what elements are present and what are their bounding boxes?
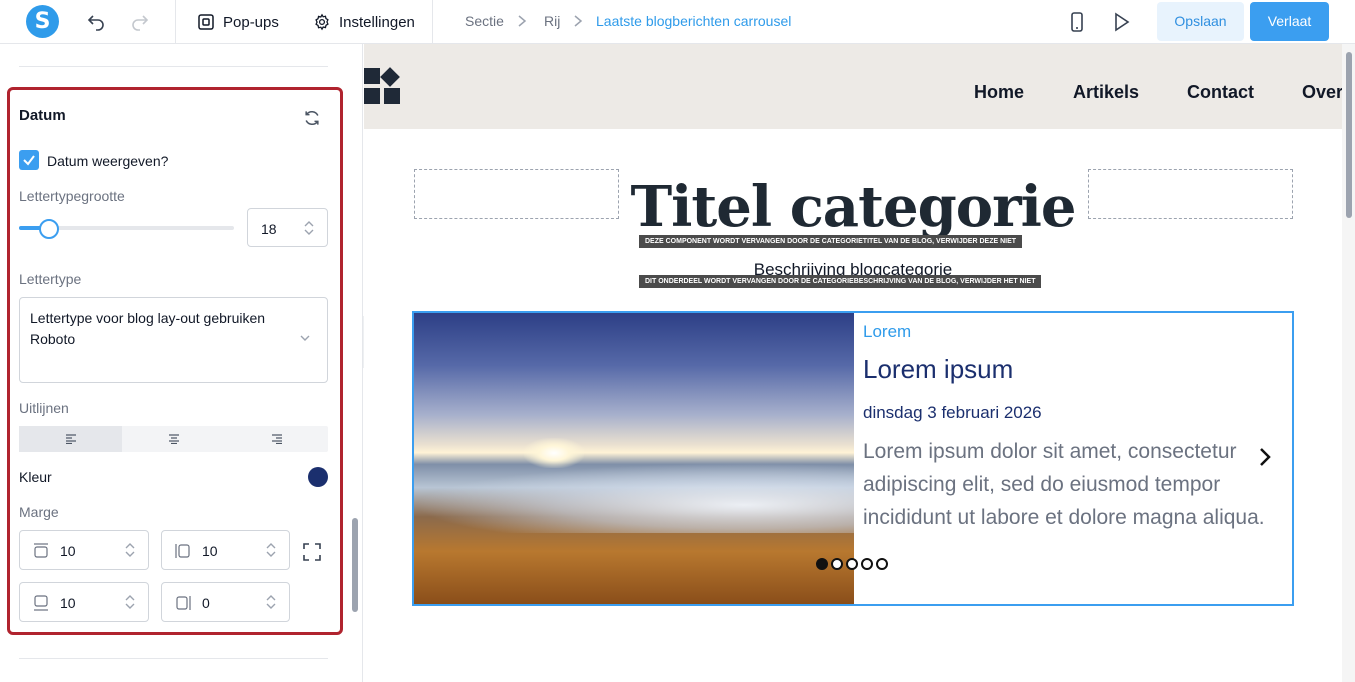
- carousel-dot[interactable]: [816, 558, 828, 570]
- margin-top-value: 10: [60, 543, 76, 559]
- next-arrow-icon[interactable]: [1257, 446, 1273, 468]
- margin-top-icon: [34, 543, 48, 558]
- carousel-dot[interactable]: [876, 558, 888, 570]
- save-button[interactable]: Opslaan: [1157, 2, 1244, 41]
- check-icon: [23, 155, 35, 166]
- site-logo-icon[interactable]: [364, 66, 404, 106]
- panel-scrollbar[interactable]: [352, 518, 358, 612]
- page-preview: Home Artikels Contact Over Titel categor…: [364, 44, 1342, 682]
- leave-button[interactable]: Verlaat: [1250, 2, 1329, 41]
- popups-button[interactable]: Pop-ups: [197, 11, 279, 33]
- settings-label: Instellingen: [339, 13, 415, 31]
- nav-artikels[interactable]: Artikels: [1073, 82, 1139, 103]
- margin-right-value: 10: [202, 543, 218, 559]
- margin-top-input[interactable]: 10: [19, 530, 149, 570]
- carousel-dot[interactable]: [861, 558, 873, 570]
- align-right-button[interactable]: [225, 426, 328, 452]
- color-label: Kleur: [19, 469, 52, 485]
- settings-button[interactable]: Instellingen: [313, 11, 415, 33]
- margin-left-input[interactable]: 0: [161, 582, 290, 622]
- top-toolbar: S Pop-ups Instellingen Sectie Rij Laatst…: [0, 0, 1355, 44]
- font-select-option: Lettertype voor blog lay-out gebruiken: [30, 310, 266, 326]
- app-logo[interactable]: S: [26, 5, 59, 38]
- post-category[interactable]: Lorem: [863, 322, 911, 342]
- reset-icon[interactable]: [302, 108, 322, 128]
- margin-left-icon: [176, 596, 191, 610]
- chevron-right-icon: [574, 15, 583, 27]
- margin-bottom-icon: [34, 595, 48, 611]
- title-placeholder-note: DEZE COMPONENT WORDT VERVANGEN DOOR DE C…: [639, 235, 1023, 248]
- carousel-dot[interactable]: [846, 558, 858, 570]
- font-select-value: Roboto: [30, 331, 76, 347]
- margin-label: Marge: [19, 504, 59, 520]
- popup-icon: [198, 14, 214, 30]
- nav-over[interactable]: Over: [1302, 82, 1342, 103]
- divider: [19, 658, 328, 659]
- mobile-preview-icon[interactable]: [1065, 10, 1089, 34]
- stepper-icon[interactable]: [265, 593, 277, 611]
- show-date-label: Datum weergeven?: [47, 153, 169, 169]
- font-label: Lettertype: [19, 271, 82, 287]
- post-title[interactable]: Lorem ipsum: [863, 354, 1013, 385]
- align-label: Uitlijnen: [19, 400, 69, 416]
- stepper-icon[interactable]: [124, 593, 136, 611]
- category-title[interactable]: Titel categorie: [364, 174, 1342, 240]
- post-excerpt: Lorem ipsum dolor sit amet, consectetur …: [863, 440, 1265, 529]
- align-left-button[interactable]: [19, 426, 122, 452]
- chevron-down-icon: [300, 335, 310, 341]
- margin-left-value: 0: [202, 595, 210, 611]
- carousel-dot[interactable]: [831, 558, 843, 570]
- align-center-button[interactable]: [122, 426, 225, 452]
- section-title: Datum: [19, 107, 66, 124]
- popups-label: Pop-ups: [223, 13, 279, 31]
- stepper-icon[interactable]: [124, 541, 136, 559]
- margin-bottom-value: 10: [60, 595, 76, 611]
- breadcrumb-sectie[interactable]: Sectie: [465, 13, 504, 29]
- blog-carousel[interactable]: Lorem Lorem ipsum dinsdag 3 februari 202…: [412, 311, 1294, 606]
- align-center-icon: [168, 434, 179, 444]
- align-right-icon: [271, 434, 282, 444]
- margin-right-icon: [175, 544, 190, 558]
- carousel-dots: [816, 558, 888, 570]
- gear-icon: [315, 13, 329, 31]
- color-swatch[interactable]: [308, 467, 328, 487]
- play-icon[interactable]: [1109, 10, 1133, 34]
- toolbar-divider: [175, 0, 176, 44]
- divider: [19, 66, 328, 67]
- toolbar-divider: [432, 0, 433, 44]
- preview-scrollbar[interactable]: [1346, 52, 1352, 218]
- post-date: dinsdag 3 februari 2026: [863, 403, 1042, 422]
- margin-bottom-input[interactable]: 10: [19, 582, 149, 622]
- nav-contact[interactable]: Contact: [1187, 82, 1254, 103]
- align-group: [19, 426, 328, 452]
- margin-right-input[interactable]: 10: [161, 530, 290, 570]
- description-placeholder-note: DIT ONDERDEEL WORDT VERVANGEN DOOR DE CA…: [639, 275, 1042, 288]
- expand-icon[interactable]: [302, 542, 322, 562]
- breadcrumb-current: Laatste blogberichten carrousel: [596, 13, 792, 29]
- undo-icon[interactable]: [84, 10, 108, 34]
- post-image[interactable]: [414, 313, 854, 604]
- show-date-checkbox[interactable]: [19, 150, 39, 170]
- stepper-icon[interactable]: [303, 219, 315, 237]
- font-select[interactable]: Lettertype voor blog lay-out gebruiken R…: [19, 297, 328, 383]
- stepper-icon[interactable]: [265, 541, 277, 559]
- wave-foam: [414, 463, 854, 533]
- align-left-icon: [65, 434, 76, 444]
- site-header: Home Artikels Contact Over: [364, 44, 1342, 129]
- slider-thumb[interactable]: [39, 219, 60, 239]
- font-size-input[interactable]: 18: [247, 208, 328, 247]
- redo-icon[interactable]: [128, 10, 152, 34]
- font-size-label: Lettertypegrootte: [19, 188, 125, 204]
- chevron-right-icon: [518, 15, 527, 27]
- font-size-value: 18: [261, 221, 277, 237]
- breadcrumb-rij[interactable]: Rij: [544, 13, 560, 29]
- nav-home[interactable]: Home: [974, 82, 1024, 103]
